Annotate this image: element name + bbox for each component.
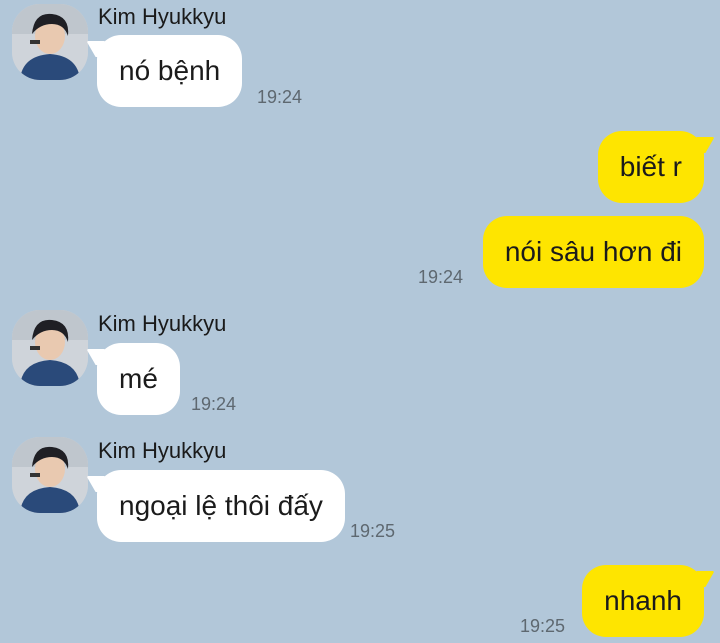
sender-name: Kim Hyukkyu <box>98 311 227 336</box>
message-bubble[interactable]: nó bệnh <box>97 35 243 107</box>
user-avatar-icon <box>12 310 88 386</box>
message-bubble[interactable]: nhanh <box>582 565 704 637</box>
message-time: 19:25 <box>350 521 396 541</box>
sender-avatar[interactable] <box>12 437 88 513</box>
chat-window[interactable]: Kim Hyukkyu nó bệnh 19:24 biết r nói sâu… <box>0 0 720 643</box>
message-bubble[interactable]: mé <box>97 343 180 415</box>
message-bubble[interactable]: biết r <box>597 131 704 203</box>
message-time: 19:24 <box>257 87 303 107</box>
user-avatar-icon <box>12 437 88 513</box>
message-bubble[interactable]: ngoại lệ thôi đấy <box>97 470 345 542</box>
user-avatar-icon <box>12 4 88 80</box>
sender-name: Kim Hyukkyu <box>98 4 227 29</box>
sender-avatar[interactable] <box>12 310 88 386</box>
message-time: 19:25 <box>520 616 566 636</box>
message-time: 19:24 <box>418 267 464 287</box>
message-bubble[interactable]: nói sâu hơn đi <box>482 216 704 288</box>
message-time: 19:24 <box>191 394 237 414</box>
sender-avatar[interactable] <box>12 4 88 80</box>
sender-name: Kim Hyukkyu <box>98 438 227 463</box>
